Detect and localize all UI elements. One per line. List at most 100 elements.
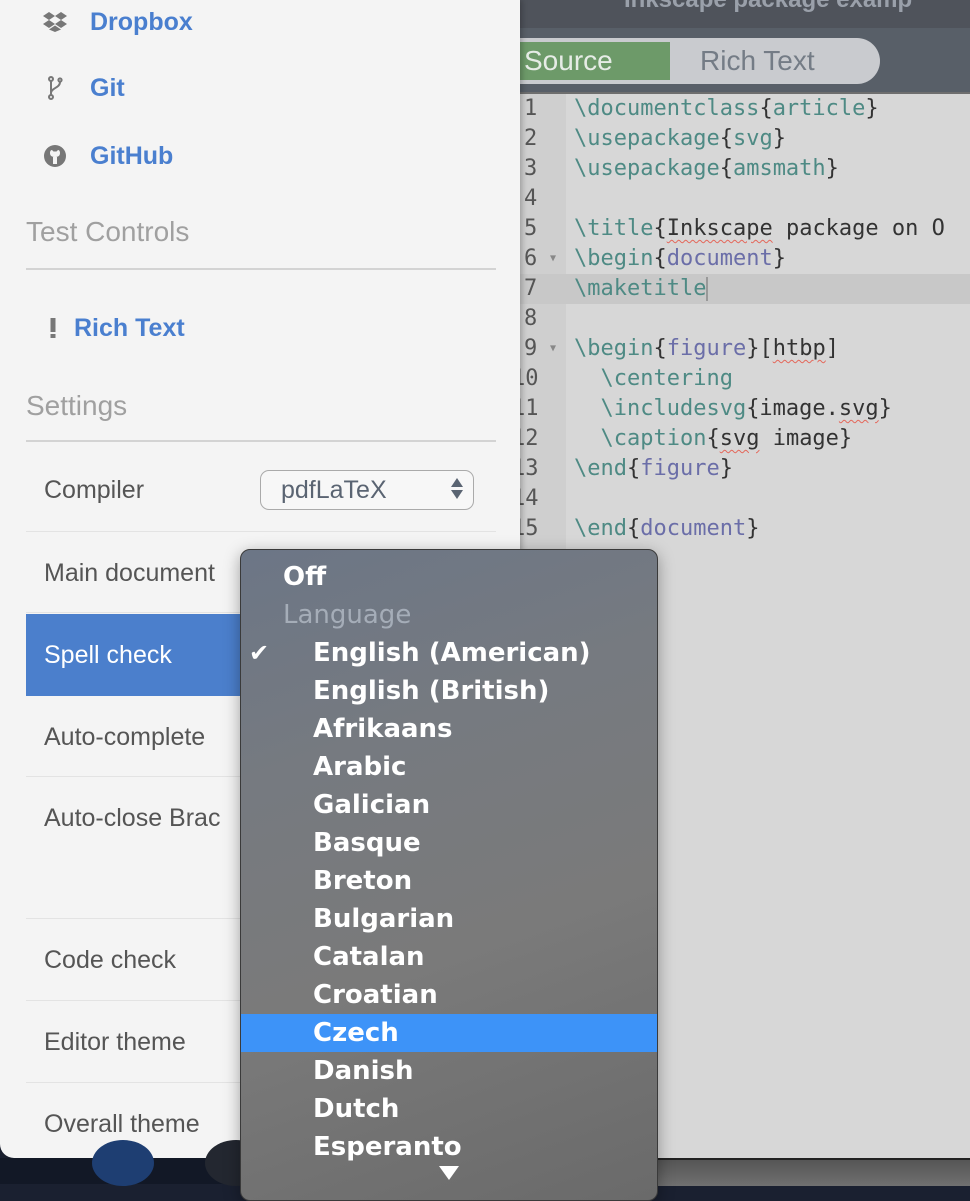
code-token: package on O xyxy=(772,216,945,241)
menu-item-language[interactable]: Basque xyxy=(241,824,657,862)
code-line[interactable]: 10 \centering xyxy=(512,364,970,394)
menu-item-label: Breton xyxy=(313,866,413,896)
menu-group-header-language: Language xyxy=(241,596,657,634)
menu-item-language[interactable]: Esperanto xyxy=(241,1128,657,1166)
line-number: 2 xyxy=(524,126,538,151)
code-token: \centering xyxy=(574,366,733,391)
menu-item-language[interactable]: Afrikaans xyxy=(241,710,657,748)
menu-item-language[interactable]: Croatian xyxy=(241,976,657,1014)
code-token: }[ xyxy=(746,336,773,361)
menu-group-label: Language xyxy=(283,600,412,630)
text-cursor xyxy=(706,277,709,301)
code-token: \caption xyxy=(574,426,707,451)
compiler-select[interactable]: pdfLaTeX xyxy=(260,470,474,510)
setting-label: Compiler xyxy=(44,476,145,504)
menu-item-label: Catalan xyxy=(313,942,425,972)
menu-item-language[interactable]: ✔ English (American) xyxy=(241,634,657,672)
code-token: { xyxy=(706,426,720,451)
scroll-down-arrow-icon[interactable] xyxy=(439,1166,459,1180)
code-text: \begin{document} xyxy=(574,244,786,274)
code-line[interactable]: 2 \usepackage{svg} xyxy=(520,124,970,154)
sync-github-link[interactable]: GitHub xyxy=(42,136,173,176)
code-text: \usepackage{svg} xyxy=(574,124,786,154)
code-line[interactable]: 13 \end{figure} xyxy=(512,454,970,484)
code-token: } xyxy=(865,96,879,121)
code-token: } xyxy=(878,396,892,421)
misspelled-token: htbp xyxy=(772,336,826,361)
sync-dropbox-link[interactable]: Dropbox xyxy=(42,2,193,42)
code-line[interactable]: 14 xyxy=(512,484,970,514)
code-token: {image. xyxy=(746,396,839,421)
code-token: } xyxy=(772,246,786,271)
code-token: ] xyxy=(825,336,839,361)
menu-item-language[interactable]: Danish xyxy=(241,1052,657,1090)
code-token: document xyxy=(640,516,747,541)
code-text: \title{Inkscape package on O xyxy=(574,214,945,244)
code-token: document xyxy=(666,246,773,271)
code-token: amsmath xyxy=(732,156,826,181)
code-token: { xyxy=(626,456,641,481)
code-line[interactable]: 11 \includesvg{image.svg} xyxy=(512,394,970,424)
code-token: { xyxy=(653,216,667,241)
menu-item-language[interactable]: Galician xyxy=(241,786,657,824)
code-token: \title xyxy=(574,216,654,241)
divider xyxy=(26,531,496,532)
sync-git-link[interactable]: Git xyxy=(42,68,125,108)
editor-mode-toggle: Source Rich Text xyxy=(510,38,880,84)
setting-label: Code check xyxy=(44,946,177,974)
menu-item-language[interactable]: Breton xyxy=(241,862,657,900)
github-icon xyxy=(42,144,68,168)
sync-link-label: Git xyxy=(90,73,125,102)
menu-item-label: Afrikaans xyxy=(313,714,453,744)
fold-toggle-icon[interactable]: ▼ xyxy=(550,334,556,364)
setting-label: Main document xyxy=(44,559,215,587)
test-control-rich-text[interactable]: Rich Text xyxy=(40,308,185,348)
misspelled-token: svg xyxy=(838,396,879,421)
code-line[interactable]: 12 \caption{svg image} xyxy=(512,424,970,454)
code-token: } xyxy=(746,516,760,541)
background-button-shape xyxy=(92,1140,154,1186)
select-arrows-icon xyxy=(451,478,463,499)
divider xyxy=(26,440,496,442)
menu-item-language[interactable]: Catalan xyxy=(241,938,657,976)
code-line[interactable]: 6 ▼ \begin{document} xyxy=(520,244,970,274)
sync-link-label: Dropbox xyxy=(90,7,193,36)
line-number: 4 xyxy=(524,186,538,211)
menu-item-label: Bulgarian xyxy=(313,904,455,934)
code-line[interactable]: 15 \end{document} xyxy=(512,514,970,544)
line-number: 7 xyxy=(524,276,538,301)
code-token: \includesvg xyxy=(574,396,747,421)
menu-item-language[interactable]: Dutch xyxy=(241,1090,657,1128)
fold-toggle-icon[interactable]: ▼ xyxy=(550,244,556,274)
menu-item-language[interactable]: Bulgarian xyxy=(241,900,657,938)
compiler-select-value: pdfLaTeX xyxy=(281,476,387,504)
menu-item-language[interactable]: Czech xyxy=(241,1014,657,1052)
menu-item-off[interactable]: Off xyxy=(241,558,657,596)
code-token: } xyxy=(825,156,839,181)
menu-item-label: Basque xyxy=(313,828,421,858)
setting-compiler: Compiler pdfLaTeX xyxy=(26,450,496,530)
code-line[interactable]: 4 xyxy=(520,184,970,214)
code-token: image} xyxy=(759,426,853,451)
code-line[interactable]: 9 ▼ \begin{figure}[htbp] xyxy=(520,334,970,364)
code-line[interactable]: 8 xyxy=(520,304,970,334)
code-token: \maketitle xyxy=(574,276,707,301)
code-line[interactable]: 5 \title{Inkscape package on O xyxy=(520,214,970,244)
code-line[interactable]: 7 \maketitle xyxy=(520,274,970,304)
rich-text-mode-button[interactable]: Rich Text xyxy=(700,42,815,80)
spell-check-dropdown-menu[interactable]: Off Language ✔ English (American) English … xyxy=(240,549,658,1201)
code-token: \usepackage xyxy=(574,156,720,181)
menu-item-language[interactable]: Arabic xyxy=(241,748,657,786)
menu-item-label: Croatian xyxy=(313,980,438,1010)
code-token: figure xyxy=(666,336,747,361)
menu-item-label: Arabic xyxy=(313,752,407,782)
code-token: } xyxy=(719,456,733,481)
source-mode-button[interactable]: Source xyxy=(514,42,670,80)
code-text: \includesvg{image.svg} xyxy=(574,394,892,424)
code-text: \maketitle xyxy=(574,274,709,304)
setting-label: Spell check xyxy=(44,641,172,669)
code-line[interactable]: 3 \usepackage{amsmath} xyxy=(520,154,970,184)
menu-item-language[interactable]: English (British) xyxy=(241,672,657,710)
code-line[interactable]: 1 \documentclass{article} xyxy=(520,94,970,124)
code-token: \end xyxy=(574,456,627,481)
